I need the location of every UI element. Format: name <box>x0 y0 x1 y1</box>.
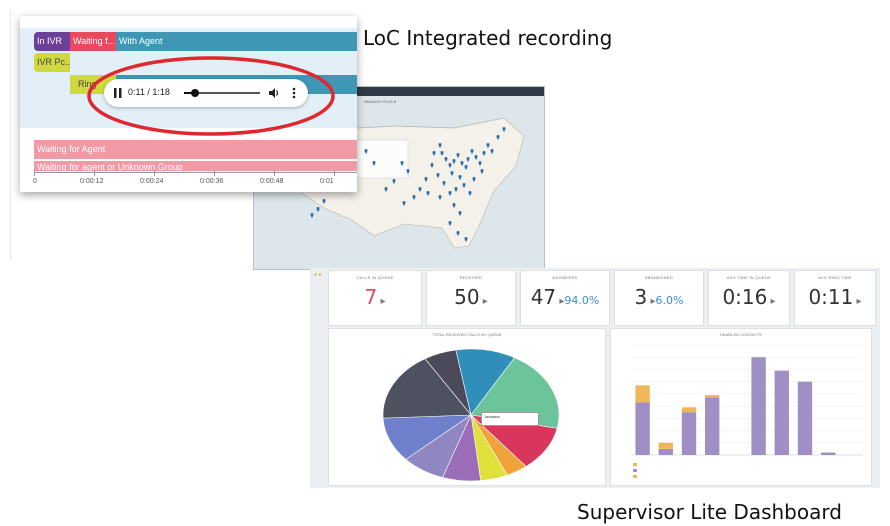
timeline-bar-waiting[interactable]: Waiting f... <box>70 32 116 51</box>
bar[interactable] <box>797 381 813 455</box>
dashboard-status-icons: ● ● <box>314 272 322 278</box>
timeline-tick-mark <box>334 170 335 176</box>
stat-number: 0:16 <box>722 285 768 309</box>
stat-card[interactable]: ABANDONED 3 ▸6.0% <box>614 270 704 326</box>
stat-value: 0:16 ▸ <box>709 285 789 309</box>
bar[interactable] <box>635 385 650 403</box>
bar-chart-panel: HANDLED CONTACTS <box>610 328 872 486</box>
left-divider <box>10 10 11 260</box>
map-pin[interactable] <box>316 207 320 212</box>
trend-arrow-icon: ▸ <box>377 296 386 307</box>
timeline-bar-waiting-unknown[interactable]: Waiting for agent or Unknown Group <box>34 161 357 171</box>
timeline-tick-mark <box>154 170 155 176</box>
timeline-tick-label: 0:01 <box>320 178 334 185</box>
timeline-axis <box>34 172 357 173</box>
bar[interactable] <box>751 357 766 455</box>
timeline-tick-label: 0:00:12 <box>80 178 104 185</box>
stat-value: 0:11 ▸ <box>795 285 875 309</box>
stat-card[interactable]: RECEIVED 50 ▸ <box>426 270 516 326</box>
bar[interactable] <box>774 370 789 455</box>
recording-caption: LoC Integrated recording <box>363 26 613 50</box>
bar[interactable] <box>705 395 720 398</box>
bar-chart[interactable] <box>611 329 873 487</box>
stat-value: 7 ▸ <box>329 285 421 309</box>
map-pin[interactable] <box>310 213 314 218</box>
stat-label: AVG RING TIME <box>818 275 852 280</box>
stat-card[interactable]: AVG TIME IN QUEUE 0:16 ▸ <box>708 270 790 326</box>
trend-arrow-icon: ▸ <box>767 296 776 307</box>
trend-arrow-icon: ▸ <box>479 296 488 307</box>
timeline-tick-label: 0:00:48 <box>260 178 284 185</box>
stat-percent: 94.0% <box>564 294 600 307</box>
stat-number: 47 <box>530 285 557 309</box>
stat-card[interactable]: CALLS IN QUEUE 7 ▸ <box>328 270 422 326</box>
timeline-tick-mark <box>214 170 215 176</box>
stat-label: ANSWERED <box>552 275 578 280</box>
stat-card[interactable]: AVG RING TIME 0:11 ▸ <box>794 270 876 326</box>
legend-swatch <box>633 463 637 466</box>
bar[interactable] <box>821 452 836 455</box>
timeline-tick-label: 0:00:36 <box>200 178 224 185</box>
bar[interactable] <box>658 448 673 455</box>
stat-value: 3 ▸6.0% <box>615 285 703 309</box>
stat-value: 50 ▸ <box>427 285 515 309</box>
timeline-tick-mark <box>34 170 35 176</box>
stat-label: RECEIVED <box>459 275 483 280</box>
bar[interactable] <box>635 402 650 455</box>
stat-percent: 6.0% <box>655 294 684 307</box>
timeline-tick-label: 0 <box>33 178 37 185</box>
bar[interactable] <box>705 397 720 455</box>
stat-card[interactable]: ANSWERED 47 ▸94.0% <box>520 270 610 326</box>
timeline-bar-ivr-prompt[interactable]: IVR Pc... <box>34 53 70 72</box>
map-legend <box>349 139 409 179</box>
pie-chart[interactable] <box>329 329 607 487</box>
bar[interactable] <box>658 442 673 449</box>
timeline-tick-mark <box>94 170 95 176</box>
legend-swatch <box>633 475 637 478</box>
pie-tooltip-label: Jaratana <box>484 414 500 419</box>
supervisor-dashboard: ● ● CALLS IN QUEUE 7 ▸ RECEIVED 50 ▸ ANSWERE… <box>310 268 880 488</box>
highlight-ellipse <box>87 56 335 136</box>
stat-number: 0:11 <box>808 285 854 309</box>
timeline-tick-label: 0:00:24 <box>140 178 164 185</box>
bar[interactable] <box>681 407 697 413</box>
stat-number: 3 <box>634 285 648 309</box>
trend-arrow-icon: ▸ <box>853 296 862 307</box>
stat-number: 50 <box>454 285 480 309</box>
bar[interactable] <box>681 412 697 455</box>
stat-number: 7 <box>364 285 378 309</box>
stat-label: ABANDONED <box>644 275 674 280</box>
stat-value: 47 ▸94.0% <box>521 285 609 309</box>
dashboard-caption: Supervisor Lite Dashboard <box>577 500 842 524</box>
stat-label: AVG TIME IN QUEUE <box>726 275 772 280</box>
recording-header <box>20 16 357 28</box>
timeline-tick-mark <box>274 170 275 176</box>
pie-chart-panel: TOTAL RECEIVED CALLS BY QUEUE Jaratana <box>328 328 606 486</box>
timeline-bar-in-ivr[interactable]: In IVR <box>34 32 70 51</box>
timeline-bar-with-agent[interactable]: With Agent <box>116 32 357 51</box>
timeline-bar-waiting-agent[interactable]: Waiting for Agent <box>34 140 357 159</box>
legend-swatch <box>633 469 637 472</box>
stat-label: CALLS IN QUEUE <box>356 275 394 280</box>
pie-tooltip: Jaratana <box>481 412 539 426</box>
